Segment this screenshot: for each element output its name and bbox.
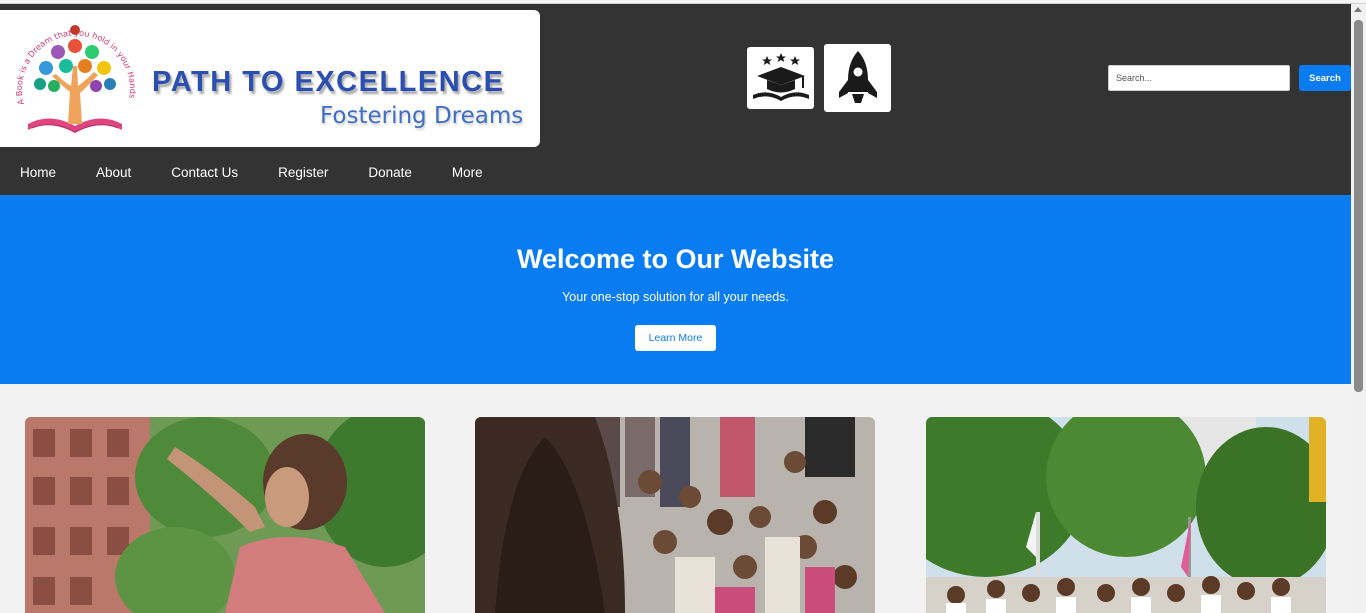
page-scrollbar[interactable] [1351, 4, 1366, 613]
card-students-saluting[interactable] [926, 417, 1326, 613]
nav-item-more[interactable]: More [432, 154, 503, 192]
nav-item-about[interactable]: About [76, 154, 151, 192]
nav-item-register[interactable]: Register [258, 154, 348, 192]
site-header: A Book is a Dream that you hold in your … [0, 4, 1351, 195]
nav-item-home[interactable]: Home [0, 154, 76, 192]
rocket-icon [838, 51, 877, 103]
card-girl-pointing[interactable] [25, 417, 425, 613]
scrollbar-thumb[interactable] [1354, 20, 1363, 392]
rocket-badge[interactable] [824, 44, 891, 112]
hero-title: Welcome to Our Website [516, 244, 835, 274]
students-saluting-photo [926, 417, 1326, 613]
main-nav: Home About Contact Us Register Donate Mo… [0, 154, 503, 192]
girl-pointing-photo [25, 417, 425, 613]
graduation-cap-stars-icon [752, 53, 809, 101]
learn-more-button[interactable]: Learn More [635, 325, 716, 351]
logo-title: PATH TO EXCELLENCE [152, 66, 505, 98]
nav-item-donate[interactable]: Donate [348, 154, 432, 192]
graduation-badge[interactable] [747, 47, 814, 109]
hero-banner: Welcome to Our Website Your one-stop sol… [0, 195, 1351, 384]
search-button[interactable]: Search [1299, 65, 1351, 91]
card-children-group[interactable] [475, 417, 875, 613]
search-input[interactable] [1108, 65, 1290, 91]
nav-item-contact-us[interactable]: Contact Us [151, 154, 258, 192]
children-group-photo [475, 417, 875, 613]
hero-subtitle: Your one-stop solution for all your need… [562, 290, 789, 304]
site-logo[interactable]: A Book is a Dream that you hold in your … [0, 10, 540, 147]
tree-book-logo-icon: A Book is a Dream that you hold in your … [14, 25, 138, 133]
logo-subtitle: Fostering Dreams [320, 103, 524, 129]
scroll-up-arrow-icon[interactable] [1354, 7, 1362, 12]
